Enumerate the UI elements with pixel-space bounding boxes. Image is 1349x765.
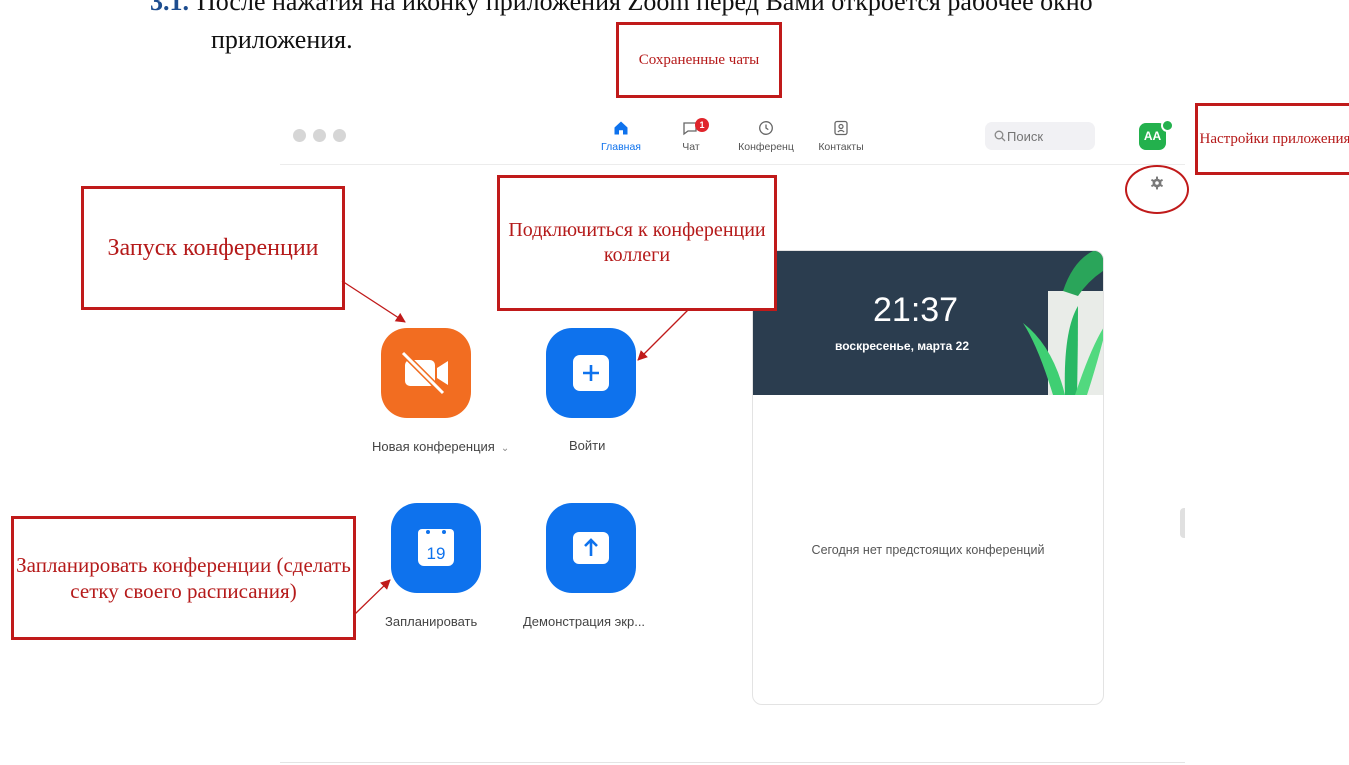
arrow-join-meeting bbox=[637, 309, 689, 361]
arrow-schedule bbox=[354, 579, 391, 615]
arrow-start-meeting bbox=[341, 280, 406, 323]
annotation-arrows bbox=[341, 280, 689, 615]
